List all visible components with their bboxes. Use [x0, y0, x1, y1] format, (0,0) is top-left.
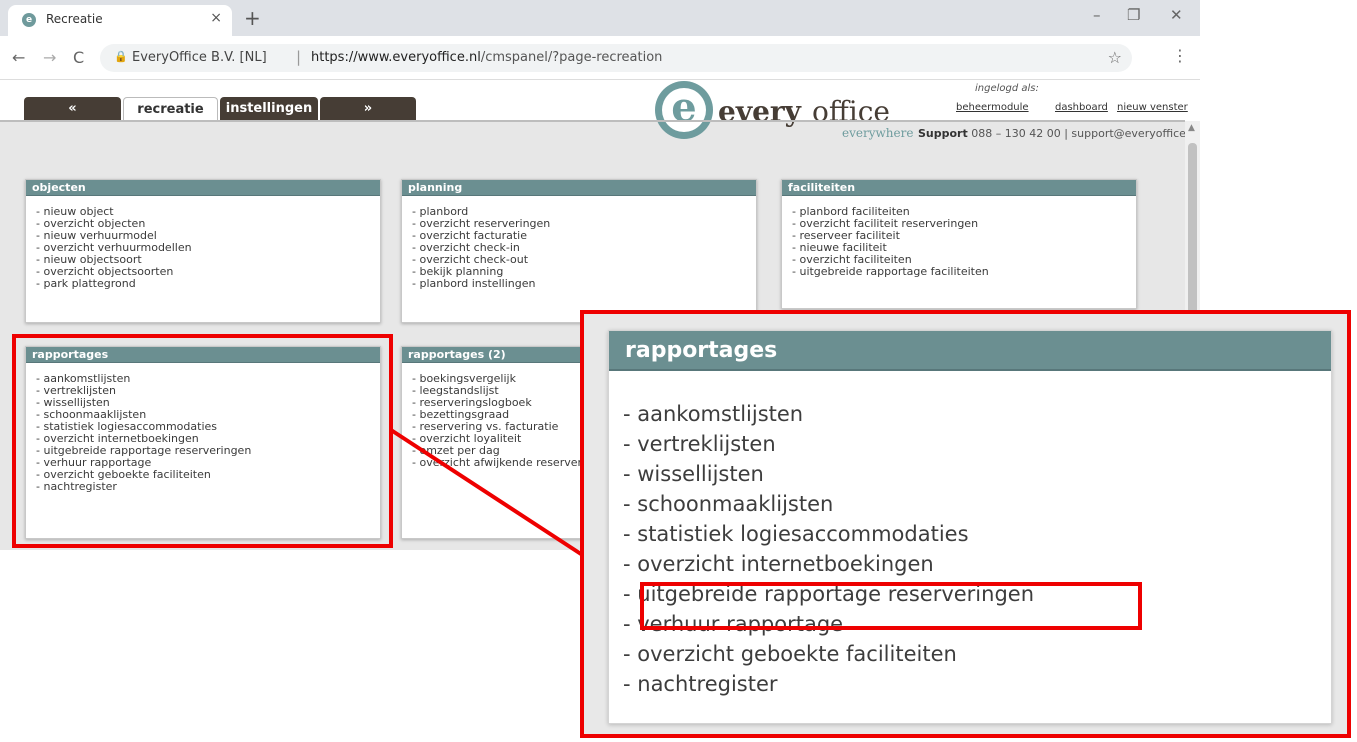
zoomed-menu-link[interactable]: - overzicht internetboekingen: [623, 549, 1331, 579]
zoomed-panel-title: rapportages: [609, 331, 1331, 371]
zoomed-menu-link[interactable]: - wissellijsten: [623, 459, 1331, 489]
zoomed-menu-link[interactable]: - overzicht geboekte faciliteiten: [623, 639, 1331, 669]
screenshot-root: e Recreatie × + – ❐ ✕ ← → C 🔒 EveryOffic…: [0, 0, 1357, 742]
zoomed-panel-menu: - aankomstlijsten - vertreklijsten - wis…: [609, 371, 1331, 699]
zoomed-menu-link[interactable]: - schoonmaaklijsten: [623, 489, 1331, 519]
zoomed-menu-link[interactable]: - vertreklijsten: [623, 429, 1331, 459]
zoom-callout: rapportages - aankomstlijsten - vertrekl…: [580, 310, 1351, 738]
zoomed-menu-link[interactable]: - statistiek logiesaccommodaties: [623, 519, 1331, 549]
zoomed-menu-link[interactable]: - aankomstlijsten: [623, 399, 1331, 429]
highlight-uitgebreide-rapportage-box: [640, 582, 1142, 630]
zoomed-menu-link[interactable]: - nachtregister: [623, 669, 1331, 699]
zoomed-panel-rapportages: rapportages - aankomstlijsten - vertrekl…: [608, 330, 1332, 724]
